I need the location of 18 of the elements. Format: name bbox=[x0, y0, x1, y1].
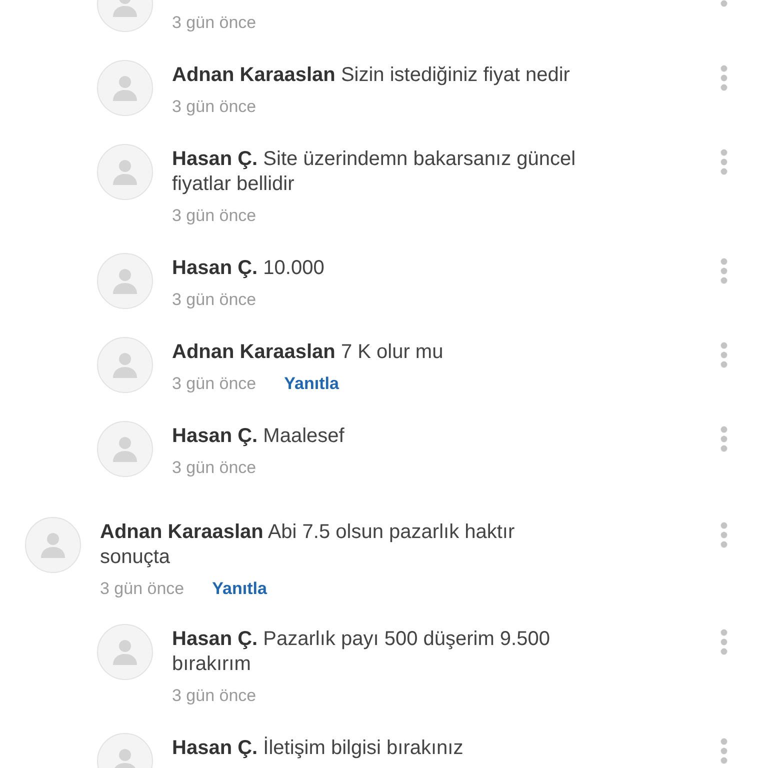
comment-text: Adnan Karaaslan Abi 7.5 olsun pazarlık haktır sonuçta bbox=[100, 520, 516, 570]
comment-time: 3 gün önce bbox=[172, 96, 256, 118]
reply-link[interactable]: Yanıtla bbox=[212, 577, 267, 601]
comment-text: Hasan Ç. Site üzerindemn bakarsanız güncel fiyatlar bellidir bbox=[172, 147, 577, 197]
comment-time: 3 gün önce bbox=[172, 685, 256, 707]
comment-text: Adnan Karaaslan 7 K olur mu bbox=[172, 340, 444, 365]
comment-text: Hasan Ç. Pazarlık payı 500 düşerim 9.500 bırakırım bbox=[172, 627, 551, 677]
comment-text: Adnan Karaaslan Sizin istediğiniz fiyat nedir bbox=[172, 63, 571, 88]
comment-time: 3 gün önce bbox=[172, 205, 256, 227]
comment-time: 3 gün önce bbox=[172, 289, 256, 311]
reply-link[interactable]: Yanıtla bbox=[284, 372, 339, 396]
comment-time: 3 gün önce bbox=[100, 578, 184, 600]
comment-time: 3 gün önce bbox=[172, 12, 256, 34]
comment-text: Hasan Ç. Maalesef bbox=[172, 424, 346, 449]
comment-text: Hasan Ç. İletişim bilgisi bırakınız bbox=[172, 736, 464, 761]
comment-text: Hasan Ç. 10.000 bbox=[172, 256, 326, 281]
comment-time: 3 gün önce bbox=[172, 457, 256, 479]
comment-time: 3 gün önce bbox=[172, 373, 256, 395]
